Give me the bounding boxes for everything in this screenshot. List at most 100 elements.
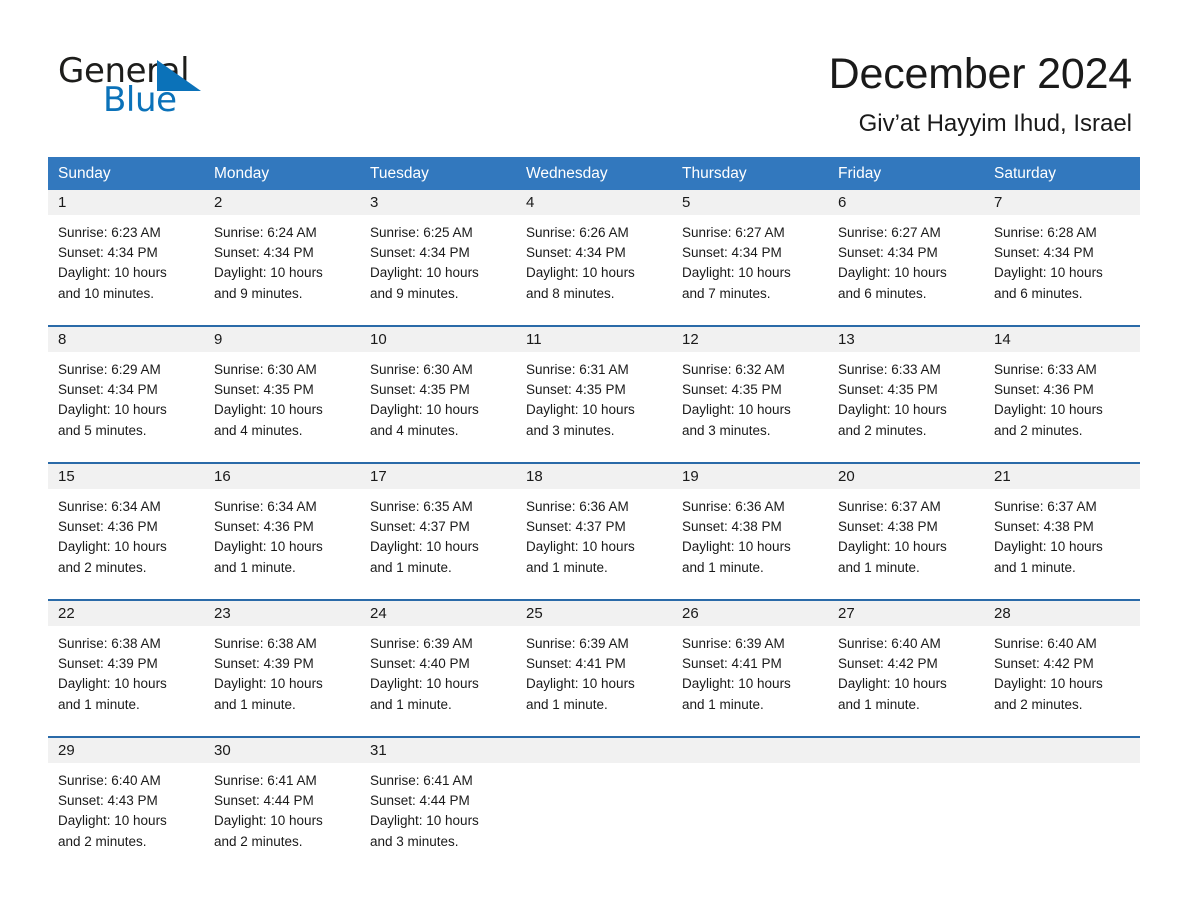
day-number[interactable]: 15	[48, 464, 204, 489]
sunrise-text: Sunrise: 6:32 AM	[682, 362, 785, 377]
day-cell[interactable]: Sunrise: 6:32 AM Sunset: 4:35 PM Dayligh…	[672, 352, 828, 462]
daylight-text-cont: and 1 minute.	[526, 559, 608, 575]
day-number[interactable]: 25	[516, 601, 672, 626]
day-number[interactable]: 7	[984, 190, 1140, 215]
day-cell[interactable]: Sunrise: 6:25 AM Sunset: 4:34 PM Dayligh…	[360, 215, 516, 325]
day-number[interactable]: 9	[204, 327, 360, 352]
day-number[interactable]: 10	[360, 327, 516, 352]
day-detail-band: Sunrise: 6:29 AM Sunset: 4:34 PM Dayligh…	[48, 352, 1140, 462]
day-number[interactable]: 29	[48, 738, 204, 763]
day-cell[interactable]: Sunrise: 6:41 AM Sunset: 4:44 PM Dayligh…	[204, 763, 360, 873]
weekday-header-monday: Monday	[214, 165, 270, 182]
day-cell[interactable]: Sunrise: 6:33 AM Sunset: 4:36 PM Dayligh…	[984, 352, 1140, 462]
day-cell[interactable]: Sunrise: 6:23 AM Sunset: 4:34 PM Dayligh…	[48, 215, 204, 325]
calendar-week-row: 22 23 24 25 26 27 28 Sunrise: 6:38 AM Su…	[48, 599, 1140, 736]
day-number[interactable]: 17	[360, 464, 516, 489]
sunset-text: Sunset: 4:34 PM	[682, 245, 782, 261]
sunrise-text: Sunrise: 6:41 AM	[214, 773, 317, 788]
sunrise-text: Sunrise: 6:36 AM	[682, 499, 785, 514]
weekday-header-thursday: Thursday	[682, 165, 747, 182]
daylight-text: Daylight: 10 hours	[214, 676, 323, 692]
logo-triangle-icon	[157, 60, 201, 91]
daylight-text: Daylight: 10 hours	[370, 402, 479, 418]
sunset-text: Sunset: 4:41 PM	[526, 656, 626, 672]
daylight-text: Daylight: 10 hours	[58, 265, 167, 281]
day-number[interactable]: 1	[48, 190, 204, 215]
day-cell[interactable]: Sunrise: 6:26 AM Sunset: 4:34 PM Dayligh…	[516, 215, 672, 325]
day-number[interactable]: 18	[516, 464, 672, 489]
day-cell[interactable]: Sunrise: 6:39 AM Sunset: 4:40 PM Dayligh…	[360, 626, 516, 736]
daylight-text: Daylight: 10 hours	[370, 813, 479, 829]
day-number[interactable]: 24	[360, 601, 516, 626]
day-number[interactable]: 3	[360, 190, 516, 215]
daylight-text: Daylight: 10 hours	[526, 402, 635, 418]
day-cell[interactable]: Sunrise: 6:34 AM Sunset: 4:36 PM Dayligh…	[204, 489, 360, 599]
day-cell[interactable]: Sunrise: 6:27 AM Sunset: 4:34 PM Dayligh…	[828, 215, 984, 325]
day-number[interactable]: 31	[360, 738, 516, 763]
sunset-text: Sunset: 4:34 PM	[58, 245, 158, 261]
day-cell[interactable]: Sunrise: 6:33 AM Sunset: 4:35 PM Dayligh…	[828, 352, 984, 462]
day-number[interactable]: 27	[828, 601, 984, 626]
sunrise-text: Sunrise: 6:37 AM	[994, 499, 1097, 514]
sunset-text: Sunset: 4:35 PM	[526, 382, 626, 398]
day-cell[interactable]: Sunrise: 6:38 AM Sunset: 4:39 PM Dayligh…	[204, 626, 360, 736]
day-number[interactable]: 20	[828, 464, 984, 489]
day-number[interactable]: 21	[984, 464, 1140, 489]
calendar-week-row: 1 2 3 4 5 6 7 Sunrise: 6:23 AM Sunset: 4…	[48, 190, 1140, 325]
day-cell[interactable]: Sunrise: 6:30 AM Sunset: 4:35 PM Dayligh…	[360, 352, 516, 462]
weekday-header-wednesday: Wednesday	[526, 165, 608, 182]
day-cell[interactable]: Sunrise: 6:39 AM Sunset: 4:41 PM Dayligh…	[516, 626, 672, 736]
sunset-text: Sunset: 4:34 PM	[526, 245, 626, 261]
sunrise-text: Sunrise: 6:29 AM	[58, 362, 161, 377]
day-cell[interactable]: Sunrise: 6:39 AM Sunset: 4:41 PM Dayligh…	[672, 626, 828, 736]
calendar-week-row: 15 16 17 18 19 20 21 Sunrise: 6:34 AM Su…	[48, 462, 1140, 599]
day-cell[interactable]: Sunrise: 6:41 AM Sunset: 4:44 PM Dayligh…	[360, 763, 516, 873]
day-cell[interactable]: Sunrise: 6:40 AM Sunset: 4:42 PM Dayligh…	[984, 626, 1140, 736]
day-number[interactable]: 6	[828, 190, 984, 215]
day-number-band: 8 9 10 11 12 13 14	[48, 327, 1140, 352]
day-number[interactable]: 22	[48, 601, 204, 626]
day-cell[interactable]: Sunrise: 6:40 AM Sunset: 4:43 PM Dayligh…	[48, 763, 204, 873]
daylight-text-cont: and 1 minute.	[838, 559, 920, 575]
sunset-text: Sunset: 4:35 PM	[214, 382, 314, 398]
day-cell[interactable]: Sunrise: 6:35 AM Sunset: 4:37 PM Dayligh…	[360, 489, 516, 599]
day-detail-band: Sunrise: 6:34 AM Sunset: 4:36 PM Dayligh…	[48, 489, 1140, 599]
day-number[interactable]: 14	[984, 327, 1140, 352]
day-number[interactable]: 26	[672, 601, 828, 626]
day-cell[interactable]: Sunrise: 6:36 AM Sunset: 4:37 PM Dayligh…	[516, 489, 672, 599]
day-number[interactable]: 13	[828, 327, 984, 352]
day-cell[interactable]: Sunrise: 6:30 AM Sunset: 4:35 PM Dayligh…	[204, 352, 360, 462]
day-number[interactable]: 5	[672, 190, 828, 215]
day-number[interactable]: 19	[672, 464, 828, 489]
sunrise-text: Sunrise: 6:39 AM	[370, 636, 473, 651]
sunset-text: Sunset: 4:43 PM	[58, 793, 158, 809]
day-number[interactable]: 12	[672, 327, 828, 352]
day-cell[interactable]: Sunrise: 6:36 AM Sunset: 4:38 PM Dayligh…	[672, 489, 828, 599]
day-number[interactable]: 16	[204, 464, 360, 489]
day-cell[interactable]: Sunrise: 6:37 AM Sunset: 4:38 PM Dayligh…	[828, 489, 984, 599]
day-cell[interactable]: Sunrise: 6:40 AM Sunset: 4:42 PM Dayligh…	[828, 626, 984, 736]
daylight-text: Daylight: 10 hours	[994, 676, 1103, 692]
day-number[interactable]: 8	[48, 327, 204, 352]
day-detail-band: Sunrise: 6:23 AM Sunset: 4:34 PM Dayligh…	[48, 215, 1140, 325]
day-cell[interactable]: Sunrise: 6:38 AM Sunset: 4:39 PM Dayligh…	[48, 626, 204, 736]
day-number[interactable]: 23	[204, 601, 360, 626]
sunset-text: Sunset: 4:38 PM	[994, 519, 1094, 535]
day-cell[interactable]: Sunrise: 6:37 AM Sunset: 4:38 PM Dayligh…	[984, 489, 1140, 599]
sunrise-text: Sunrise: 6:40 AM	[838, 636, 941, 651]
day-cell[interactable]: Sunrise: 6:29 AM Sunset: 4:34 PM Dayligh…	[48, 352, 204, 462]
day-number[interactable]: 4	[516, 190, 672, 215]
day-number[interactable]: 11	[516, 327, 672, 352]
day-cell[interactable]: Sunrise: 6:34 AM Sunset: 4:36 PM Dayligh…	[48, 489, 204, 599]
sunset-text: Sunset: 4:38 PM	[838, 519, 938, 535]
day-number[interactable]: 30	[204, 738, 360, 763]
sunrise-text: Sunrise: 6:26 AM	[526, 225, 629, 240]
day-number[interactable]: 2	[204, 190, 360, 215]
day-cell[interactable]: Sunrise: 6:27 AM Sunset: 4:34 PM Dayligh…	[672, 215, 828, 325]
day-cell[interactable]: Sunrise: 6:28 AM Sunset: 4:34 PM Dayligh…	[984, 215, 1140, 325]
day-cell[interactable]: Sunrise: 6:24 AM Sunset: 4:34 PM Dayligh…	[204, 215, 360, 325]
daylight-text-cont: and 4 minutes.	[214, 422, 303, 438]
day-cell[interactable]: Sunrise: 6:31 AM Sunset: 4:35 PM Dayligh…	[516, 352, 672, 462]
daylight-text: Daylight: 10 hours	[838, 539, 947, 555]
day-number[interactable]: 28	[984, 601, 1140, 626]
